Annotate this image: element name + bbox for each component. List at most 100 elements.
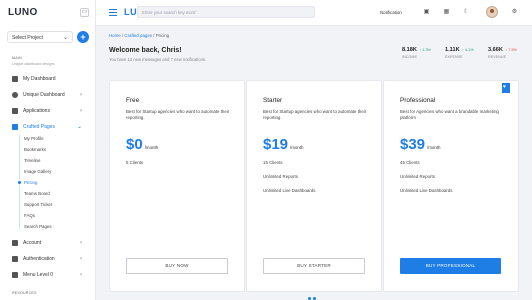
sidebar-item-crafted-pages[interactable]: Crafted Pages ⌄ [12, 122, 92, 131]
submenu-timeline[interactable]: Timeline [24, 158, 40, 163]
plan-feature: Unlimited Live Dashboards [400, 188, 453, 193]
sidebar-item-menu-level-0[interactable]: Menu Level 0 › [12, 270, 92, 279]
brand-name[interactable]: LUNO [8, 7, 38, 18]
stat-label: REVENUE [488, 55, 507, 59]
pricing-card-free: Free Best for Startup agencies who want … [109, 80, 245, 292]
sidebar-item-label: Applications [23, 107, 50, 114]
plan-feature: 45 Clients [400, 160, 420, 165]
plan-price: $0/month [126, 136, 159, 153]
project-select[interactable]: Select Project ⌄ [7, 31, 73, 43]
plan-description: Best for Agencies who want a brandable m… [400, 109, 499, 120]
apps-icon [12, 107, 18, 114]
moon-icon[interactable]: ☾ [462, 8, 471, 17]
main-section-label: MAIN [12, 56, 22, 60]
grid-icon [12, 91, 18, 98]
chevron-down-icon: ⌄ [76, 124, 82, 130]
plan-feature: Unlimited Reports [263, 174, 298, 179]
search-input[interactable] [137, 6, 315, 18]
plan-feature: Unlimited Live Dashboards [263, 188, 316, 193]
project-select-label: Select Project [12, 35, 43, 41]
welcome-subtitle: You have 12 new messages and 7 new notif… [109, 57, 207, 62]
plan-feature: Unlimited Reports [400, 174, 435, 179]
active-indicator [17, 180, 22, 185]
resources-section-label: RESOURCES [12, 291, 37, 295]
stat-income: 8.18K ↑ 1.3% INCOME [402, 47, 442, 59]
topbar: LUNO Notification ▣ ▦ ☾ ⚙ [96, 0, 532, 26]
stat-value: 1.11K [445, 47, 460, 53]
plan-price: $19/month [263, 136, 304, 153]
plan-description: Best for Startup agencies who want to au… [263, 109, 367, 120]
pricing-card-professional: Professional Best for Agencies who want … [383, 80, 519, 292]
chat-icon[interactable]: ▣ [422, 8, 431, 17]
buy-starter-button[interactable]: BUY STARTER [263, 258, 365, 274]
sidebar-item-authentication[interactable]: Authentication › [12, 254, 92, 263]
welcome-title: Welcome back, Chris! [109, 47, 182, 54]
pagination-dots [308, 296, 318, 300]
add-project-button[interactable]: + [77, 31, 89, 43]
breadcrumb-separator: / [153, 33, 155, 38]
sidebar-item-label: Authentication [23, 255, 55, 262]
breadcrumb: Home / Crafted pages / Pricing [109, 33, 169, 38]
submenu-pricing[interactable]: Pricing [24, 180, 37, 185]
plan-feature: 15 Clients [263, 160, 283, 165]
submenu-image-gallery[interactable]: Image Gallery [24, 169, 51, 174]
breadcrumb-crafted-pages[interactable]: Crafted pages [124, 33, 152, 38]
plan-price: $39/month [400, 136, 441, 153]
lock-icon [12, 255, 18, 262]
breadcrumb-home[interactable]: Home [109, 33, 121, 38]
chevron-right-icon: › [80, 271, 82, 278]
account-icon [12, 239, 18, 246]
pages-icon [12, 123, 18, 130]
apps-icon[interactable]: ▦ [442, 8, 451, 17]
stat-revenue: 3.66K ↑ 7.5% REVENUE [488, 47, 528, 59]
chevron-right-icon: › [80, 107, 82, 114]
sidebar-item-my-dashboard[interactable]: My Dashboard [12, 74, 92, 83]
chevron-right-icon: › [80, 91, 82, 98]
plan-title: Starter [263, 97, 283, 104]
stat-expense: 1.11K ↑ 4.1% EXPENSE [445, 47, 485, 59]
sidebar-item-applications[interactable]: Applications › [12, 106, 92, 115]
plan-title: Professional [400, 97, 436, 104]
stat-delta: ↑ 4.1% [462, 48, 474, 52]
plan-feature: 5 Clients [126, 160, 144, 165]
breadcrumb-separator: / [121, 33, 124, 38]
sidebar-item-label: Crafted Pages [23, 123, 55, 130]
buy-professional-button[interactable]: BUY PROFESSIONAL [400, 258, 501, 274]
main-section-subtitle: Unique dashboard designs [12, 62, 55, 66]
bookmark-icon[interactable] [502, 83, 510, 93]
sidebar: LUNO ▭ Select Project ⌄ + MAIN Unique da… [0, 0, 96, 300]
sidebar-item-label: My Dashboard [23, 75, 56, 82]
submenu-search-pages[interactable]: Search Pages [24, 224, 52, 229]
sidebar-item-account[interactable]: Account › [12, 238, 92, 247]
buy-now-button[interactable]: BUY NOW [126, 258, 228, 274]
stat-value: 3.66K [488, 47, 503, 53]
sidebar-item-label: Menu Level 0 [23, 271, 54, 278]
plan-description: Best for Startup agencies who want to au… [126, 109, 230, 120]
chevron-down-icon: ⌄ [62, 35, 68, 41]
submenu-my-profile[interactable]: My Profile [24, 136, 44, 141]
plan-title: Free [126, 97, 140, 104]
breadcrumb-current: Pricing [155, 33, 170, 38]
chevron-right-icon: › [80, 239, 82, 246]
stat-delta: ↑ 1.3% [419, 48, 431, 52]
submenu-bookmarks[interactable]: Bookmarks [24, 147, 46, 152]
notification-link[interactable]: Notification [380, 10, 402, 15]
stat-delta: ↑ 7.5% [505, 48, 517, 52]
submenu-support-ticket[interactable]: Support Ticket [24, 202, 52, 207]
sidebar-item-label: Unique Dashboard [23, 91, 65, 98]
sidebar-toggle-icon[interactable]: ▭ [80, 8, 89, 17]
dashboard-icon [12, 75, 18, 82]
chevron-right-icon: › [80, 255, 82, 262]
stat-value: 8.18K [402, 47, 417, 53]
gear-icon[interactable]: ⚙ [510, 8, 519, 17]
avatar[interactable] [486, 6, 498, 18]
pricing-card-starter: Starter Best for Startup agencies who wa… [246, 80, 382, 292]
stat-label: EXPENSE [445, 55, 463, 59]
sidebar-item-label: Account [23, 239, 42, 246]
stat-label: INCOME [402, 55, 417, 59]
hamburger-icon[interactable] [109, 9, 117, 16]
submenu-teams-board[interactable]: Teams Board [24, 191, 50, 196]
menu-icon [12, 271, 18, 278]
submenu-faqs[interactable]: FAQs [24, 213, 35, 218]
sidebar-item-unique-dashboard[interactable]: Unique Dashboard › [12, 90, 92, 99]
